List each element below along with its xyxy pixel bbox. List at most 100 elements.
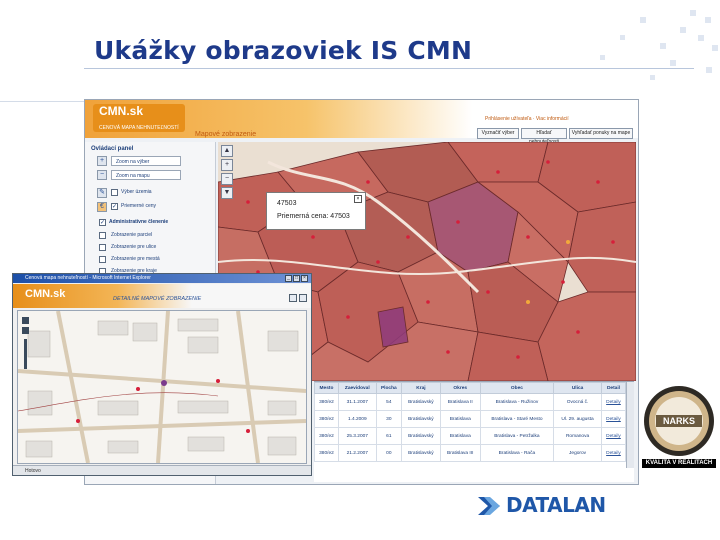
col-header[interactable]: Mesto	[314, 382, 339, 394]
table-cell: 25.3.2007	[337, 427, 377, 445]
table-cell: Bratislava - Petržalka	[479, 427, 555, 445]
zoom-out-icon[interactable]: −	[97, 170, 107, 180]
login-link[interactable]: Prihlásenie užívateľa · Viac informácií	[485, 116, 569, 122]
sublayer-checkbox-streets[interactable]	[99, 244, 106, 251]
zoom-out-button[interactable]: Zoom na mapu	[111, 170, 181, 180]
table-cell: Bratislavský	[401, 393, 441, 411]
table-cell: Bratislavský	[401, 427, 441, 445]
inset-close-icon[interactable]	[299, 294, 307, 302]
table-cell: 380/e2	[314, 410, 339, 428]
print-icon[interactable]	[289, 294, 297, 302]
search-properties-button[interactable]: Hľadať nehnuteľnosti	[521, 128, 567, 145]
table-cell: 54	[375, 393, 403, 411]
slide-title: Ukážky obrazoviek IS CMN	[94, 36, 473, 65]
detail-street-map[interactable]	[17, 310, 307, 464]
pan-down-icon[interactable]: ▼	[221, 187, 233, 199]
table-cell: Bratislava II	[439, 393, 481, 411]
detail-street-map-canvas	[18, 311, 306, 463]
results-grid: Mesto Zaevidoval Plocha Kraj Okres Obec …	[314, 382, 627, 462]
table-cell: Jegorov	[553, 444, 602, 462]
sublayer-label-streets: Zobrazenie pre ulice	[111, 244, 157, 250]
zoom-plus-icon[interactable]: +	[221, 159, 233, 171]
search-map-offers-button[interactable]: Vyhľadať ponuky na mape	[569, 128, 633, 139]
minimize-icon[interactable]: _	[285, 275, 292, 282]
detail-link[interactable]: Detaily	[600, 393, 627, 411]
zoom-minus-icon[interactable]: −	[221, 173, 233, 185]
col-header[interactable]: Obec	[479, 382, 555, 394]
table-cell: 61	[375, 427, 403, 445]
decor-line-left	[0, 101, 84, 102]
layer-checkbox-prices[interactable]: ✓	[111, 203, 118, 210]
pan-up-icon[interactable]: ▲	[221, 145, 233, 157]
table-cell: 30	[375, 410, 403, 428]
price-icon: €	[97, 202, 107, 212]
table-cell: Bratislava - Rača	[479, 444, 555, 462]
sublayer-checkbox-cities[interactable]	[99, 256, 106, 263]
table-cell: 00	[375, 444, 403, 462]
layer-checkbox-admin[interactable]: ✓	[99, 219, 106, 226]
close-icon[interactable]: ×	[354, 195, 362, 203]
detail-link[interactable]: Detaily	[600, 410, 627, 428]
col-header[interactable]: Plocha	[375, 382, 403, 394]
popup-price: Priemerná cena: 47503	[277, 213, 350, 220]
cmn-logo-subtitle: CENOVÁ MAPA NEHNUTEĽNOSTÍ	[99, 125, 179, 131]
detail-link[interactable]: Detaily	[600, 444, 627, 462]
datalan-logo: DATALAN	[478, 493, 638, 517]
popup-id: 47503	[277, 200, 297, 207]
detail-map-window: Cenová mapa nehnuteľností - Microsoft In…	[12, 273, 312, 476]
sublayer-label-parcels: Zobrazenie parciel	[111, 232, 153, 238]
control-panel-title: Ovládací panel	[91, 146, 134, 152]
table-cell: Bratislava III	[439, 444, 481, 462]
table-cell: Romanova	[553, 427, 602, 445]
sublayer-checkbox-parcels[interactable]	[99, 232, 106, 239]
brand-name: DATALAN	[506, 493, 606, 517]
table-header-row: Mesto Zaevidoval Plocha Kraj Okres Obec …	[314, 382, 627, 394]
sublayer-label-cities: Zobrazenie pre mestá	[111, 256, 160, 262]
zoom-in-button[interactable]: Zoom na výber	[111, 156, 181, 166]
table-cell: Bratislava	[439, 427, 481, 445]
table-cell: 1.4.2009	[337, 410, 377, 428]
col-header[interactable]: Detail	[600, 382, 627, 394]
table-scrollbar[interactable]	[626, 382, 634, 468]
mark-selection-button[interactable]: Vyznačiť výber	[477, 128, 519, 139]
col-header[interactable]: Okres	[439, 382, 481, 394]
table-row[interactable]: 380/e2 31.1.2007 54 Bratislavský Bratisl…	[314, 393, 627, 411]
close-window-icon[interactable]: ×	[301, 275, 308, 282]
table-cell: 21.2.2007	[337, 444, 377, 462]
zoom-in-icon[interactable]: +	[97, 156, 107, 166]
cmn-logo-text: CMN.sk	[99, 104, 144, 118]
badge-caption: KVALITA V REALITACH	[642, 459, 716, 468]
status-bar: Hotovo	[13, 465, 311, 475]
table-cell: Bratislavský	[401, 444, 441, 462]
layer-checkbox-area[interactable]	[111, 189, 118, 196]
table-cell: 380/e2	[314, 393, 339, 411]
decor-pattern	[520, 5, 720, 95]
detail-link[interactable]: Detaily	[600, 427, 627, 445]
results-table: Mesto Zaevidoval Plocha Kraj Okres Obec …	[314, 381, 634, 482]
table-row[interactable]: 380/e2 1.4.2009 30 Bratislavský Bratisla…	[314, 410, 627, 428]
table-cell: 380/e2	[314, 427, 339, 445]
narks-seal-text: NARKS	[662, 416, 695, 426]
table-cell: Bratislava	[439, 410, 481, 428]
table-row[interactable]: 380/e2 25.3.2007 61 Bratislavský Bratisl…	[314, 427, 627, 445]
window-titlebar[interactable]: Cenová mapa nehnuteľností - Microsoft In…	[13, 274, 311, 283]
table-cell: Ul. 29. augusta	[553, 410, 602, 428]
inset-view-title: DETAILNÉ MAPOVÉ ZOBRAZENIE	[113, 296, 202, 302]
layer-label-admin: Administratívne členenie	[109, 219, 169, 225]
table-cell: Bratislavský	[401, 410, 441, 428]
table-cell: 31.1.2007	[337, 393, 377, 411]
table-cell: 380/e2	[314, 444, 339, 462]
col-header[interactable]: Zaevidoval	[337, 382, 377, 394]
price-popup: × 47503 Priemerná cena: 47503	[266, 192, 366, 230]
cmn-logo: CMN.sk CENOVÁ MAPA NEHNUTEĽNOSTÍ	[93, 104, 185, 132]
map-toolbar: ▲ + − ▼	[221, 145, 233, 205]
layer-label-prices: Priemerné ceny	[121, 203, 157, 209]
table-cell: Bratislava - Ružinov	[479, 393, 555, 411]
table-cell: Bratislava - Staré Mesto	[479, 410, 555, 428]
table-row[interactable]: 380/e2 21.2.2007 00 Bratislavský Bratisl…	[314, 444, 627, 462]
pencil-icon: ✎	[97, 188, 107, 198]
col-header[interactable]: Ulica	[553, 382, 602, 394]
maximize-icon[interactable]: □	[293, 275, 300, 282]
narks-badge: NARKS KVALITA V REALITACH	[642, 383, 716, 468]
col-header[interactable]: Kraj	[401, 382, 441, 394]
